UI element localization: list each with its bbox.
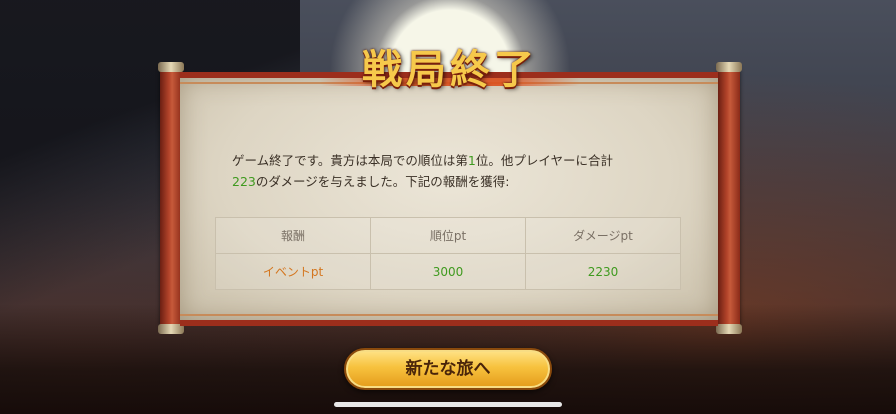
message-text-3: のダメージを与えました。下記の報酬を獲得:	[255, 174, 510, 189]
table-row: イベントpt 3000 2230	[215, 253, 681, 290]
new-journey-button[interactable]: 新たな旅へ	[344, 348, 552, 390]
damage-value: 223	[232, 174, 256, 189]
header-rank-pt: 順位pt	[370, 217, 526, 254]
damage-pt-cell: 2230	[525, 253, 681, 290]
rewards-table: 報酬 順位pt ダメージpt イベントpt 3000 2230	[215, 217, 681, 290]
scroll-left-rod	[158, 62, 184, 334]
rewards-header-row: 報酬 順位pt ダメージpt	[215, 217, 681, 254]
result-message: ゲーム終了です。貴方は本局での順位は第1位。他プレイヤーに合計 223のダメージを…	[232, 150, 672, 192]
battle-end-title: 戦局終了	[362, 46, 538, 93]
home-indicator[interactable]	[334, 402, 562, 407]
message-text-1: ゲーム終了です。貴方は本局での順位は第	[232, 153, 468, 168]
header-reward: 報酬	[215, 217, 371, 254]
rank-value: 1	[467, 153, 476, 168]
reward-name-cell: イベントpt	[215, 253, 371, 290]
scroll-right-rod	[716, 62, 742, 334]
header-damage-pt: ダメージpt	[525, 217, 681, 254]
rank-pt-cell: 3000	[370, 253, 526, 290]
message-text-2: 位。他プレイヤーに合計	[475, 153, 613, 168]
